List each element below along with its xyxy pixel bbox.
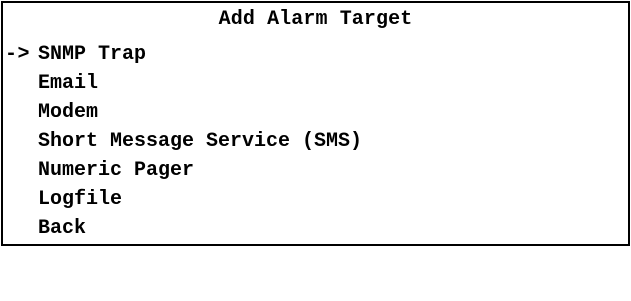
menu-item-label: Short Message Service (SMS) (38, 130, 363, 153)
menu-item-label: SNMP Trap (38, 43, 147, 66)
menu-item-label: Back (38, 217, 87, 240)
menu-item-label: Email (38, 72, 99, 95)
menu-item-label: Logfile (38, 188, 123, 211)
menu-item-modem[interactable]: Modem (5, 98, 98, 127)
menu-item-snmp-trap[interactable]: -> SNMP Trap (5, 40, 146, 69)
menu-item-numeric-pager[interactable]: Numeric Pager (5, 156, 194, 185)
menu-item-back[interactable]: Back (5, 214, 86, 243)
screen-title: Add Alarm Target (218, 8, 413, 31)
alarm-target-menu-frame: Add Alarm Target -> SNMP Trap Email Mode… (1, 1, 630, 246)
menu-item-label: Modem (38, 101, 99, 124)
alarm-target-menu: -> SNMP Trap Email Modem Short Message S… (5, 40, 362, 243)
menu-item-label: Numeric Pager (38, 159, 195, 182)
selection-cursor-icon: -> (5, 43, 31, 66)
menu-item-email[interactable]: Email (5, 69, 98, 98)
menu-item-sms[interactable]: Short Message Service (SMS) (5, 127, 362, 156)
menu-item-logfile[interactable]: Logfile (5, 185, 122, 214)
